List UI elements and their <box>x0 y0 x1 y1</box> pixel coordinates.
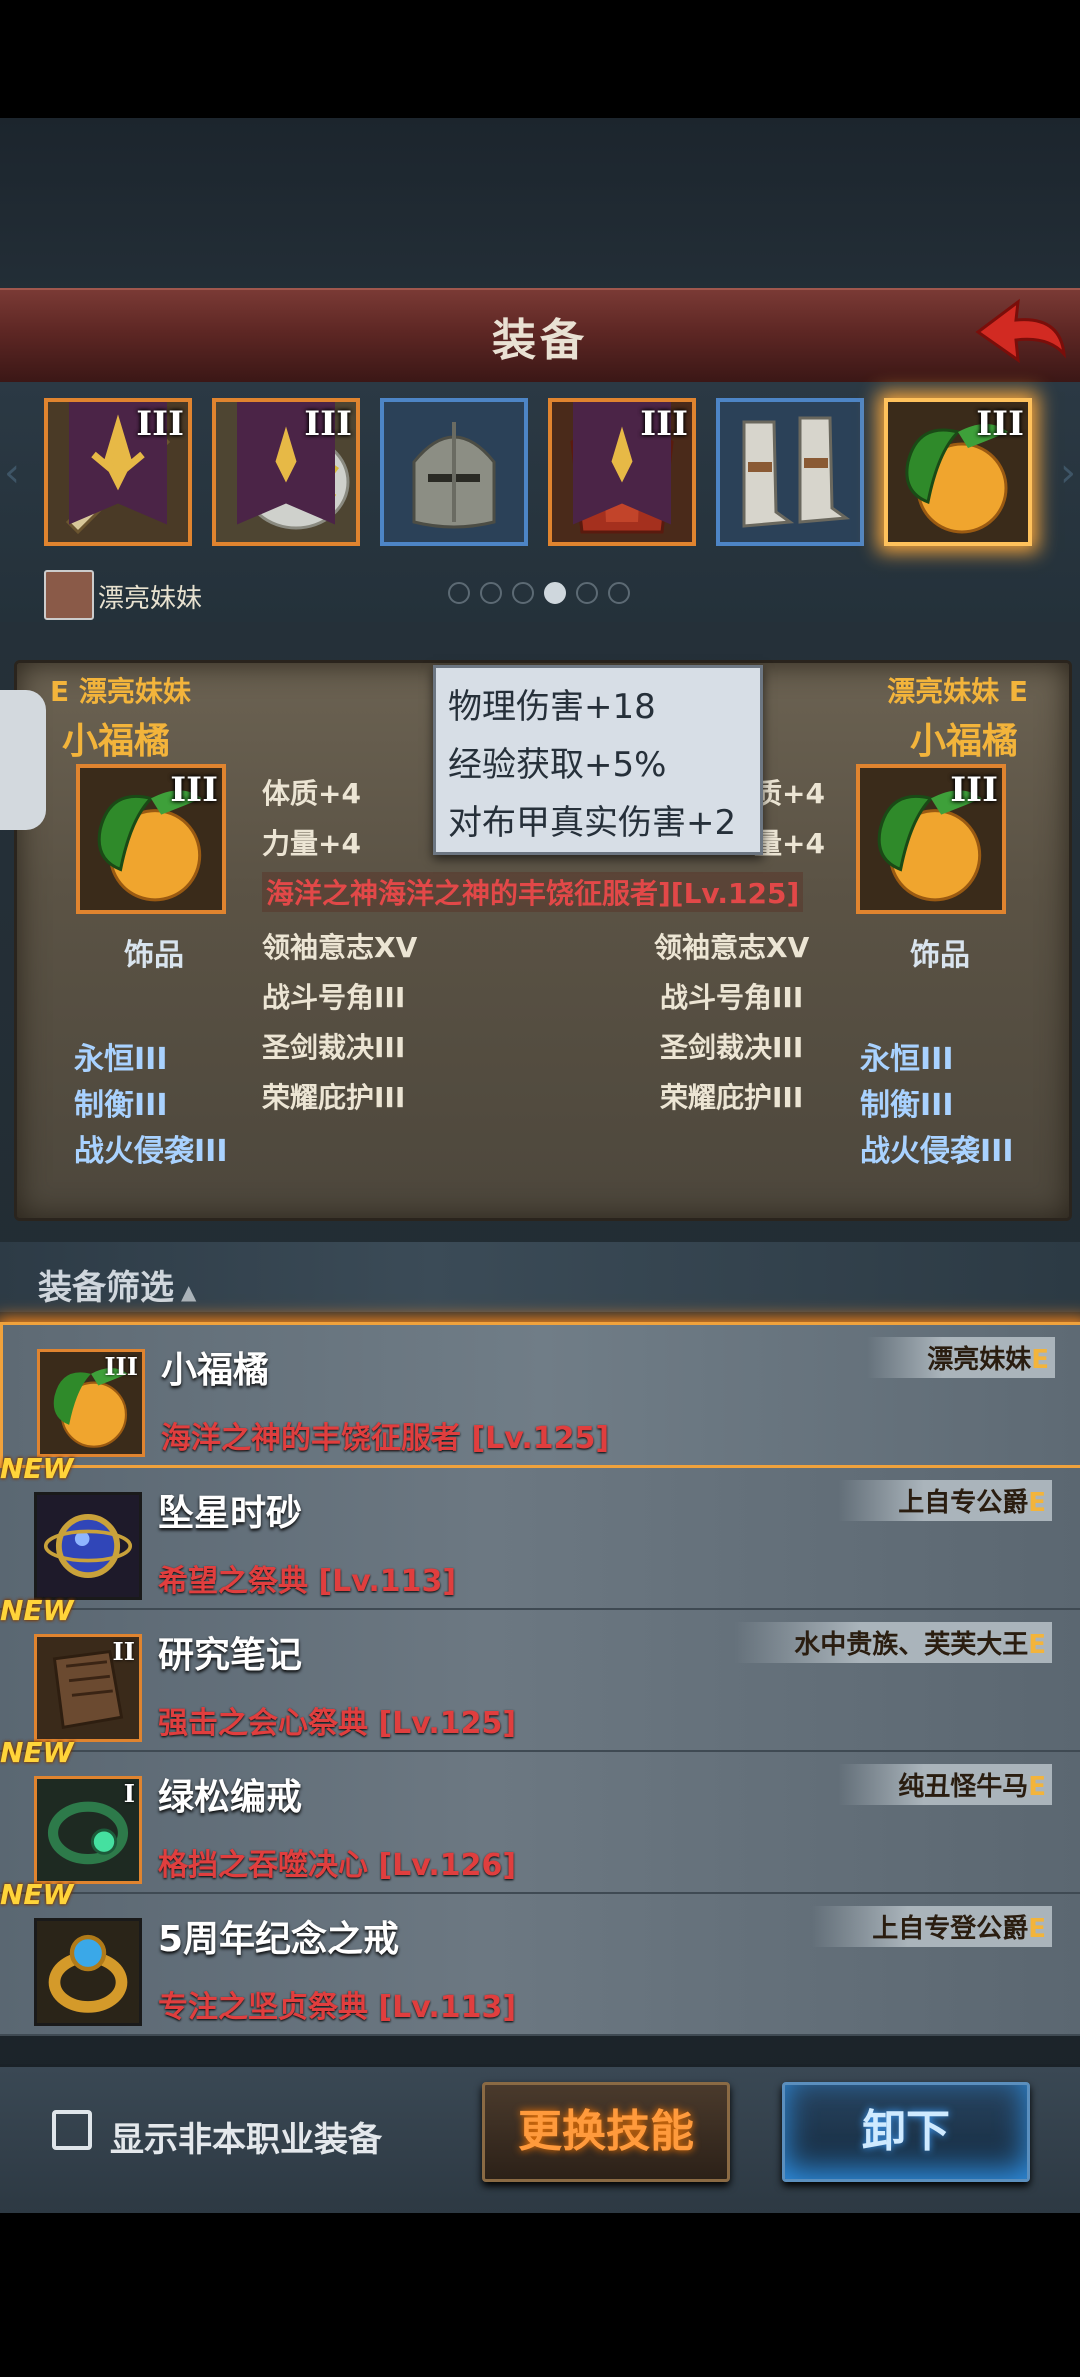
skill-right-3: 圣剑裁决III <box>660 1031 804 1064</box>
tier-badge: III <box>304 404 352 444</box>
list-item[interactable]: NEW 坠星时砂 希望之祭典 [Lv.113] 上自专公爵E <box>0 1452 1080 1610</box>
right-extra-1: 永恒III <box>860 1042 954 1077</box>
tier-badge: III <box>950 770 998 810</box>
item-name: 5周年纪念之戒 <box>158 1919 400 1960</box>
slot-accessory[interactable]: III <box>884 398 1032 546</box>
item-owner: 水中贵族、芙芙大王E <box>734 1622 1052 1663</box>
item-set: 格挡之吞噬决心 [Lv.126] <box>158 1848 517 1883</box>
helmet-icon <box>384 402 524 542</box>
tooltip-line: 对布甲真实伤害+2 <box>448 803 737 843</box>
pager-dot[interactable] <box>576 582 598 604</box>
page-title: 装备 <box>492 315 588 366</box>
pager-dot[interactable] <box>480 582 502 604</box>
unequip-button[interactable]: 卸下 <box>782 2082 1030 2182</box>
item-set: 强击之会心祭典 [Lv.125] <box>158 1706 517 1741</box>
right-extra-3: 战火侵袭III <box>860 1134 1014 1169</box>
item-owner: 纯丑怪牛马E <box>838 1764 1052 1805</box>
item-name: 坠星时砂 <box>158 1493 303 1534</box>
slot-helmet[interactable] <box>380 398 528 546</box>
right-extra-2: 制衡III <box>860 1088 954 1123</box>
skill-left-2: 战斗号角III <box>262 981 406 1014</box>
item-set: 海洋之神的丰饶征服者 [Lv.125] <box>161 1421 610 1456</box>
left-equipped-badge: E 漂亮妹妹 <box>50 675 191 708</box>
next-arrow-icon[interactable]: › <box>1060 450 1076 496</box>
checkbox-label[interactable]: 显示非本职业装备 <box>110 2112 382 2161</box>
stat-left-2: 力量+4 <box>262 827 361 860</box>
prev-arrow-icon[interactable]: ‹ <box>4 450 20 496</box>
slot-weapon[interactable]: III <box>44 398 192 546</box>
item-owner: 上自专登公爵E <box>812 1906 1052 1947</box>
item-name: 研究笔记 <box>158 1635 303 1676</box>
skill-left-1: 领袖意志XV <box>262 931 418 964</box>
left-item-type: 饰品 <box>124 938 184 973</box>
filter-label[interactable]: 装备筛选 ▲ <box>38 1260 196 1309</box>
list-item[interactable]: NEW II 研究笔记 强击之会心祭典 [Lv.125] 水中贵族、芙芙大王E <box>0 1594 1080 1752</box>
slot-boots[interactable] <box>716 398 864 546</box>
title-bar: 装备 <box>0 288 1080 385</box>
item-set: 专注之坚贞祭典 [Lv.113] <box>158 1990 517 2025</box>
pager-dot[interactable] <box>608 582 630 604</box>
green-ring-icon: I <box>34 1776 142 1884</box>
pager-dot[interactable] <box>448 582 470 604</box>
notebook-icon: II <box>34 1634 142 1742</box>
tier-badge: III <box>170 770 218 810</box>
right-equipped-badge: 漂亮妹妹 E <box>887 675 1028 708</box>
right-item-name: 小福橘 <box>909 721 1018 762</box>
left-extra-1: 永恒III <box>74 1042 168 1077</box>
item-owner: 漂亮妹妹E <box>867 1337 1055 1378</box>
pager-dot[interactable] <box>512 582 534 604</box>
tier-badge: III <box>640 404 688 444</box>
gold-ring-icon <box>34 1918 142 2026</box>
item-name: 绿松编戒 <box>158 1777 303 1818</box>
new-tag: NEW <box>0 1594 74 1627</box>
left-extra-2: 制衡III <box>74 1088 168 1123</box>
tier-badge: III <box>136 404 184 444</box>
right-item-icon: III <box>856 764 1006 914</box>
left-item-name: 小福橘 <box>62 721 171 762</box>
skill-right-4: 荣耀庇护III <box>660 1081 804 1114</box>
left-item-icon: III <box>76 764 226 914</box>
tier-badge: II <box>112 1637 135 1666</box>
show-other-class-checkbox[interactable] <box>52 2110 92 2150</box>
tier-badge: I <box>123 1779 135 1808</box>
owner-avatar <box>44 570 94 620</box>
left-extra-3: 战火侵袭III <box>74 1134 228 1169</box>
stat-tooltip: 物理伤害+18 经验获取+5% 对布甲真实伤害+2 <box>433 665 763 855</box>
pager-dot-active[interactable] <box>544 582 566 604</box>
floating-handle[interactable] <box>0 690 46 830</box>
new-tag: NEW <box>0 1736 74 1769</box>
owner-name: 漂亮妹妹 <box>98 584 203 614</box>
caret-up-icon: ▲ <box>174 1280 197 1304</box>
skill-right-1: 领袖意志XV <box>654 931 810 964</box>
skill-left-4: 荣耀庇护III <box>262 1081 406 1114</box>
right-item-type: 饰品 <box>910 938 970 973</box>
list-item[interactable]: III 小福橘 海洋之神的丰饶征服者 [Lv.125] 漂亮妹妹E <box>0 1322 1080 1468</box>
list-item[interactable]: NEW 5周年纪念之戒 专注之坚贞祭典 [Lv.113] 上自专登公爵E <box>0 1878 1080 2036</box>
stat-left-1: 体质+4 <box>262 777 361 810</box>
tooltip-line: 物理伤害+18 <box>448 687 656 727</box>
slot-armor[interactable]: III <box>212 398 360 546</box>
tier-badge: III <box>976 404 1024 444</box>
new-tag: NEW <box>0 1878 74 1911</box>
stat-right-1: 质+4 <box>754 777 825 810</box>
back-button[interactable] <box>970 292 1070 372</box>
skill-right-2: 战斗号角III <box>660 981 804 1014</box>
stat-right-2: 量+4 <box>754 827 825 860</box>
skill-left-3: 圣剑裁决III <box>262 1031 406 1064</box>
slot-chest[interactable]: III <box>548 398 696 546</box>
item-set: 希望之祭典 [Lv.113] <box>158 1564 457 1599</box>
list-item[interactable]: NEW I 绿松编戒 格挡之吞噬决心 [Lv.126] 纯丑怪牛马E <box>0 1736 1080 1894</box>
set-bonus-line: 海洋之神海洋之神的丰饶征服者][Lv.125] <box>262 872 804 912</box>
item-owner: 上自专公爵E <box>838 1480 1052 1521</box>
tangerine-icon: III <box>37 1349 145 1457</box>
new-tag: NEW <box>0 1452 74 1485</box>
item-name: 小福橘 <box>161 1350 270 1391</box>
change-skill-button[interactable]: 更换技能 <box>482 2082 730 2182</box>
tier-badge: III <box>104 1352 138 1381</box>
boots-icon <box>720 402 860 542</box>
tooltip-line: 经验获取+5% <box>448 745 667 785</box>
back-arrow-icon <box>975 298 1066 364</box>
hourglass-orb-icon <box>34 1492 142 1600</box>
